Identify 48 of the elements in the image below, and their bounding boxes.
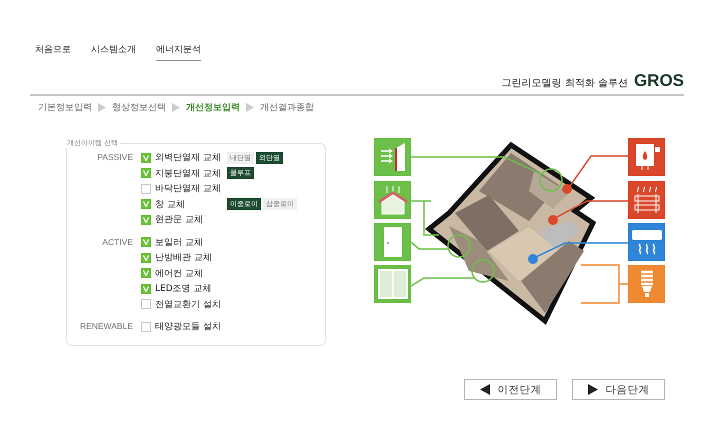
item-label: 바닥단열재 교체 <box>155 183 222 196</box>
checkbox[interactable] <box>141 322 151 332</box>
step-arrow-icon <box>98 103 106 112</box>
group-label: RENEWABLE <box>78 320 133 333</box>
checkbox[interactable] <box>141 168 151 178</box>
brand-name: GROS <box>634 71 684 91</box>
checkbox[interactable] <box>141 237 151 248</box>
checkbox[interactable] <box>141 152 151 163</box>
marker-dot <box>548 215 558 225</box>
checkbox[interactable] <box>141 299 151 310</box>
item-label: 태양광모듈 설치 <box>155 321 222 334</box>
checkbox[interactable] <box>141 184 151 194</box>
next-button[interactable]: 다음단계 <box>572 379 665 400</box>
checkbox[interactable] <box>141 252 151 263</box>
highlight-ring <box>447 234 471 258</box>
marker-dot <box>528 254 538 264</box>
door-icon <box>382 226 404 258</box>
step-arrow-icon <box>246 103 254 112</box>
highlight-ring <box>471 259 495 283</box>
checkbox[interactable] <box>141 214 151 225</box>
step-label: 개선결과종합 <box>260 102 314 114</box>
step-label: 개선정보입력 <box>186 102 240 114</box>
item-label: 전열교환기 설치 <box>155 298 222 311</box>
checkbox[interactable] <box>141 268 151 278</box>
nav-link[interactable]: 처음으로 <box>35 43 71 61</box>
checkbox[interactable] <box>141 199 151 210</box>
checkbox[interactable] <box>141 284 151 294</box>
group-label: ACTIVE <box>101 236 133 248</box>
item-label: 창 교체 <box>155 198 186 211</box>
page-subtitle: 그린리모델링 최적화 솔루션 <box>502 77 628 90</box>
item-label: 난방배관 교체 <box>155 252 213 264</box>
previous-button[interactable]: 이전단계 <box>464 379 557 400</box>
item-label: LED조명 교체 <box>155 283 212 296</box>
nav-link[interactable]: 시스템소개 <box>91 43 136 61</box>
marker-dot <box>562 184 572 194</box>
item-label: 에어컨 교체 <box>155 268 204 280</box>
item-label: 지붕단열재 교체 <box>155 168 222 180</box>
item-label: 외벽단열재 교체 <box>155 152 222 164</box>
nav-link[interactable]: 에너지분석 <box>156 43 201 61</box>
item-label: 보일러 교체 <box>155 236 204 249</box>
step-label: 형상정보선택 <box>112 102 166 114</box>
item-label: 현관문 교체 <box>155 214 204 226</box>
highlight-ring <box>539 168 563 192</box>
group-label: PASSIVE <box>96 151 133 164</box>
right-arrow-icon <box>588 384 598 395</box>
step-label: 기본정보입력 <box>38 102 92 114</box>
step-arrow-icon <box>172 103 180 112</box>
left-arrow-icon <box>480 384 490 395</box>
